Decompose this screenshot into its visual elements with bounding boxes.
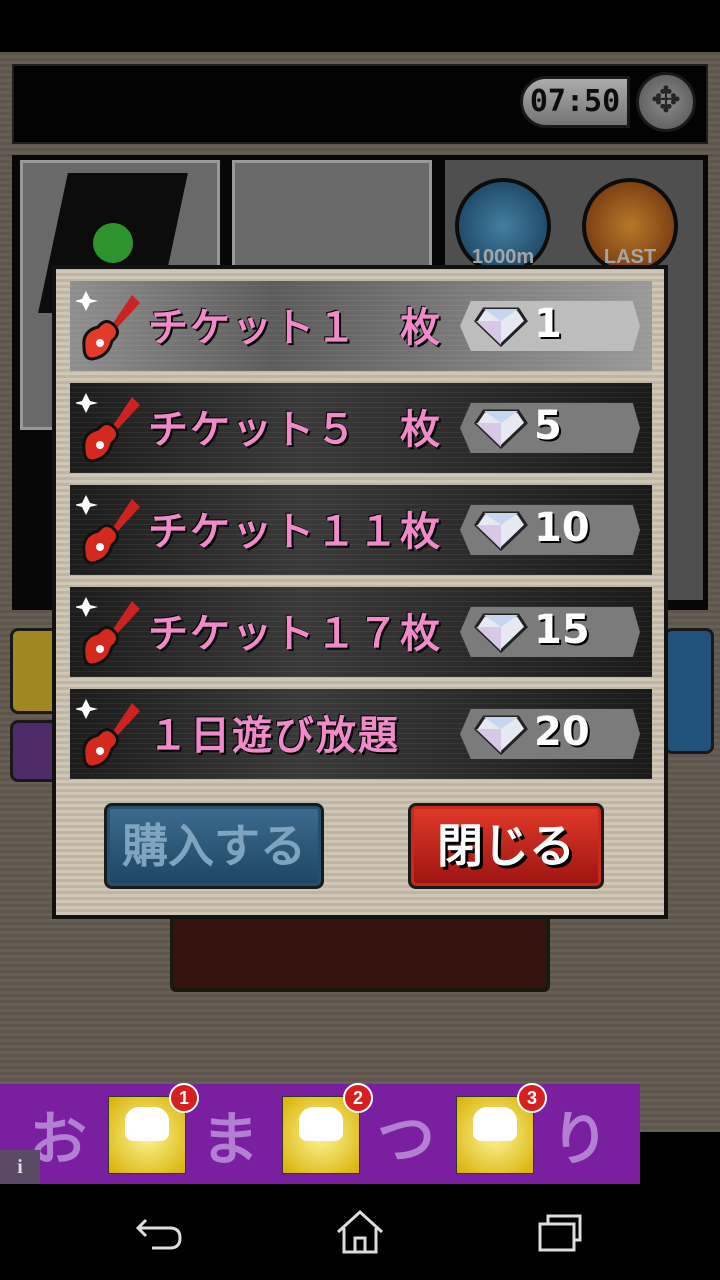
- ad-thumbnail-1[interactable]: 1: [108, 1083, 199, 1174]
- option-label: チケット１ 枚: [148, 304, 442, 351]
- navigation-bar: [0, 1184, 720, 1280]
- ad-badge: 2: [343, 1083, 373, 1113]
- option-price: 1: [534, 301, 562, 347]
- mascot-icon: [299, 1107, 343, 1141]
- guitar-icon: [76, 699, 140, 769]
- back-icon[interactable]: [128, 1204, 188, 1260]
- guitar-icon: [76, 291, 140, 361]
- option-price: 10: [534, 505, 590, 551]
- option-label: チケット５ 枚: [148, 406, 442, 453]
- diamond-icon: [474, 511, 528, 551]
- shop-option-3[interactable]: チケット１１枚 10: [70, 485, 652, 575]
- option-label: チケット１１枚: [148, 508, 442, 555]
- ad-banner-char: り: [550, 1105, 609, 1173]
- diamond-icon: [474, 715, 528, 755]
- shop-option-5[interactable]: １日遊び放題 20: [70, 689, 652, 779]
- ad-badge: 1: [169, 1083, 199, 1113]
- ad-banner[interactable]: お 1 ま 2 つ 3 り: [0, 1083, 640, 1184]
- ad-thumbnail-3[interactable]: 3: [456, 1083, 547, 1174]
- price-tag: 1: [460, 301, 640, 351]
- ad-thumbnail-2[interactable]: 2: [282, 1083, 373, 1174]
- info-icon[interactable]: i: [0, 1150, 40, 1184]
- ad-banner-char: ま: [200, 1105, 259, 1173]
- price-tag: 5: [460, 403, 640, 453]
- diamond-icon: [474, 613, 528, 653]
- option-label: チケット１７枚: [148, 610, 442, 657]
- ad-banner-char: つ: [376, 1105, 435, 1173]
- price-tag: 15: [460, 607, 640, 657]
- diamond-icon: [474, 307, 528, 347]
- buy-button[interactable]: 購入する: [104, 803, 324, 889]
- guitar-icon: [76, 393, 140, 463]
- home-icon[interactable]: [330, 1204, 390, 1260]
- guitar-icon: [76, 495, 140, 565]
- option-price: 15: [534, 607, 590, 653]
- price-tag: 10: [460, 505, 640, 555]
- shop-option-4[interactable]: チケット１７枚 15: [70, 587, 652, 677]
- diamond-icon: [474, 409, 528, 449]
- price-tag: 20: [460, 709, 640, 759]
- guitar-icon: [76, 597, 140, 667]
- ad-badge: 3: [517, 1083, 547, 1113]
- close-button[interactable]: 閉じる: [408, 803, 604, 889]
- option-label: １日遊び放題: [148, 712, 400, 759]
- recents-icon[interactable]: [530, 1204, 590, 1260]
- mascot-icon: [473, 1107, 517, 1141]
- ticket-shop-dialog: チケット１ 枚 1 チケット５ 枚 5 チケット１１枚 10 チケット１７枚 1…: [52, 265, 668, 919]
- shop-option-1[interactable]: チケット１ 枚 1: [70, 281, 652, 371]
- option-price: 5: [534, 403, 562, 449]
- option-price: 20: [534, 709, 590, 755]
- mascot-icon: [125, 1107, 169, 1141]
- shop-option-2[interactable]: チケット５ 枚 5: [70, 383, 652, 473]
